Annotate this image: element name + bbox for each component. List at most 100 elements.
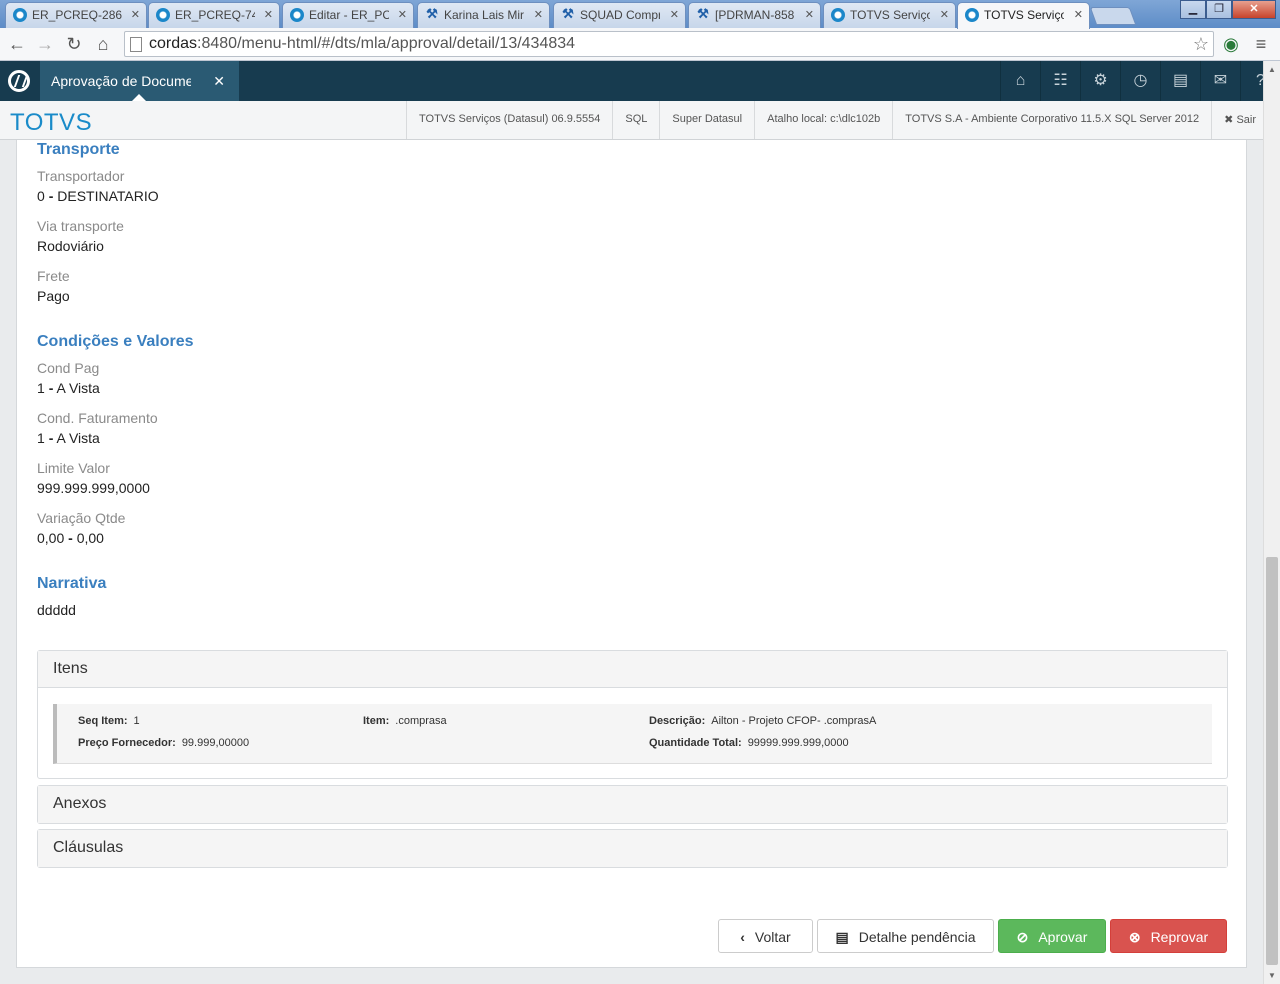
- window-close-button[interactable]: ✕: [1232, 0, 1276, 19]
- minimize-button[interactable]: ▁: [1180, 0, 1206, 19]
- address-bar: ← → ↻ ⌂ cordas:8480/menu-html/#/dts/mla/…: [0, 28, 1280, 61]
- via-transporte-value: Rodoviário: [37, 238, 104, 254]
- transportador-label: Transportador: [37, 168, 125, 184]
- browser-tab[interactable]: ER_PCREQ-741 ✕: [148, 2, 280, 28]
- narrativa-text: ddddd: [37, 602, 76, 618]
- info-product[interactable]: TOTVS Serviços (Datasul) 06.9.5554: [406, 101, 612, 139]
- scroll-down-icon[interactable]: ▼: [1268, 971, 1276, 980]
- browser-tab-label: TOTVS Serviço: [984, 8, 1064, 22]
- section-title-narrativa: Narrativa: [37, 575, 107, 592]
- reprovar-button[interactable]: ⊗ Reprovar: [1110, 919, 1227, 953]
- home-icon[interactable]: ⌂: [1000, 61, 1040, 101]
- aprovar-button[interactable]: ⊘ Aprovar: [998, 919, 1106, 953]
- browser-tab[interactable]: ⚒ [PDRMAN-858 ✕: [688, 2, 821, 28]
- logout-label: Sair: [1236, 114, 1256, 126]
- forward-icon[interactable]: →: [34, 33, 56, 55]
- totvs-icon: [156, 8, 170, 22]
- browser-tab-label: Karina Lais Mir: [444, 8, 524, 22]
- browser-tab[interactable]: ⚒ SQUAD Compr ✕: [553, 2, 686, 28]
- reprovar-label: Reprovar: [1150, 929, 1209, 945]
- info-user[interactable]: Super Datasul: [659, 101, 754, 139]
- sitemap-icon[interactable]: ☷: [1040, 61, 1080, 101]
- scrollbar-thumb[interactable]: [1266, 557, 1278, 965]
- close-icon[interactable]: ✕: [264, 8, 273, 21]
- browser-tab-label: ER_PCREQ-741: [175, 8, 255, 22]
- active-tab-caret: [132, 94, 146, 101]
- close-icon[interactable]: ✕: [940, 8, 949, 21]
- anexos-panel-header[interactable]: Anexos: [38, 786, 1227, 823]
- environment-info-bar: TOTVS Serviços (Datasul) 06.9.5554 SQL S…: [406, 101, 1268, 139]
- totvs-icon: [965, 8, 979, 22]
- sub-header: TOTVS TOTVS Serviços (Datasul) 06.9.5554…: [0, 101, 1280, 140]
- mail-icon[interactable]: ✉: [1200, 61, 1240, 101]
- itens-panel-header[interactable]: Itens: [38, 651, 1227, 688]
- browser-tab-active[interactable]: TOTVS Serviço ✕: [957, 2, 1090, 29]
- list-icon: ▤: [835, 929, 849, 945]
- maximize-button[interactable]: ❐: [1206, 0, 1232, 19]
- page-scrollbar[interactable]: ▲ ▼: [1263, 61, 1280, 984]
- totvs-icon: [831, 8, 845, 22]
- browser-tab[interactable]: ⚒ Karina Lais Mir ✕: [417, 2, 550, 28]
- close-icon[interactable]: ✕: [213, 73, 225, 90]
- approval-detail-card: Transporte Transportador 0 - DESTINATARI…: [16, 140, 1247, 968]
- table-row[interactable]: Seq Item: 1 Item: .comprasa Descrição: Ailt…: [53, 704, 1212, 764]
- new-tab-button[interactable]: [1089, 7, 1137, 25]
- browser-tab-label: TOTVS Serviço: [850, 8, 930, 22]
- brand-logo[interactable]: TOTVS: [10, 109, 92, 137]
- info-database[interactable]: SQL: [612, 101, 659, 139]
- jira-icon: ⚒: [562, 6, 574, 21]
- section-title-transporte: Transporte: [37, 141, 120, 158]
- jira-icon: ⚒: [697, 6, 709, 21]
- limite-valor-label: Limite Valor: [37, 460, 110, 476]
- document-icon[interactable]: ▤: [1160, 61, 1200, 101]
- home-icon[interactable]: ⌂: [92, 33, 114, 55]
- close-icon[interactable]: ✕: [131, 8, 140, 21]
- item-field: Item: .comprasa: [363, 715, 447, 727]
- itens-panel: Itens Seq Item: 1 Item: .comprasa Descriçã…: [37, 650, 1228, 779]
- detalhe-pendencia-button[interactable]: ▤ Detalhe pendência: [817, 919, 994, 953]
- close-icon[interactable]: ✕: [1074, 8, 1083, 21]
- app-header: Aprovação de Documentos ✕ ⌂ ☷ ⚙ ◷ ▤ ✉ ?: [0, 61, 1280, 101]
- close-icon[interactable]: ✕: [398, 8, 407, 21]
- quantidade-total-field: Quantidade Total: 99999.999.999,0000: [649, 737, 849, 749]
- totvs-logo-icon[interactable]: [8, 70, 30, 92]
- app-tab-aprovacao[interactable]: Aprovação de Documentos ✕: [40, 61, 239, 101]
- descricao-field: Descrição: Ailton - Projeto CFOP- .compra…: [649, 715, 877, 727]
- totvs-icon: [13, 8, 27, 22]
- menu-icon[interactable]: ≡: [1250, 33, 1272, 55]
- reload-icon[interactable]: ↻: [63, 33, 85, 55]
- close-icon[interactable]: ✕: [805, 8, 814, 21]
- browser-tab-strip: ER_PCREQ-286 ✕ ER_PCREQ-741 ✕ Editar - E…: [0, 0, 1280, 29]
- browser-tab-label: ER_PCREQ-286: [32, 8, 122, 22]
- back-icon[interactable]: ←: [6, 33, 28, 55]
- chevron-left-icon: ‹: [740, 929, 745, 945]
- gear-icon[interactable]: ⚙: [1080, 61, 1120, 101]
- browser-tab[interactable]: Editar - ER_PCR ✕: [282, 2, 414, 28]
- logout-link[interactable]: ✖ Sair: [1211, 101, 1268, 139]
- browser-tab[interactable]: TOTVS Serviço ✕: [823, 2, 956, 28]
- voltar-button[interactable]: ‹ Voltar: [718, 919, 813, 953]
- times-circle-icon: ⊗: [1128, 929, 1141, 945]
- extension-globe-icon[interactable]: ◉: [1220, 33, 1242, 55]
- anexos-panel[interactable]: Anexos: [37, 785, 1228, 824]
- url-input[interactable]: cordas:8480/menu-html/#/dts/mla/approval…: [124, 31, 1214, 57]
- bookmark-star-icon[interactable]: ☆: [1193, 34, 1209, 55]
- browser-tab-label: [PDRMAN-858: [715, 8, 795, 22]
- close-icon[interactable]: ✕: [670, 8, 679, 21]
- transportador-value: 0 - DESTINATARIO: [37, 188, 159, 204]
- close-icon[interactable]: ✕: [534, 8, 543, 21]
- frete-label: Frete: [37, 268, 70, 284]
- info-environment[interactable]: TOTVS S.A - Ambiente Corporativo 11.5.X …: [892, 101, 1211, 139]
- clausulas-panel-header[interactable]: Cláusulas: [38, 830, 1227, 867]
- scroll-up-icon[interactable]: ▲: [1268, 65, 1276, 74]
- clausulas-panel[interactable]: Cláusulas: [37, 829, 1228, 868]
- clock-icon[interactable]: ◷: [1120, 61, 1160, 101]
- seq-item-field: Seq Item: 1: [78, 715, 140, 727]
- app-tab-label: Aprovação de Documentos: [51, 73, 191, 89]
- info-shortcut[interactable]: Atalho local: c:\dlc102b: [754, 101, 892, 139]
- browser-tab-label: Editar - ER_PCR: [309, 8, 389, 22]
- aprovar-label: Aprovar: [1038, 929, 1088, 945]
- page-icon: [130, 37, 142, 52]
- browser-tab[interactable]: ER_PCREQ-286 ✕: [5, 2, 147, 28]
- section-title-condicoes: Condições e Valores: [37, 333, 194, 350]
